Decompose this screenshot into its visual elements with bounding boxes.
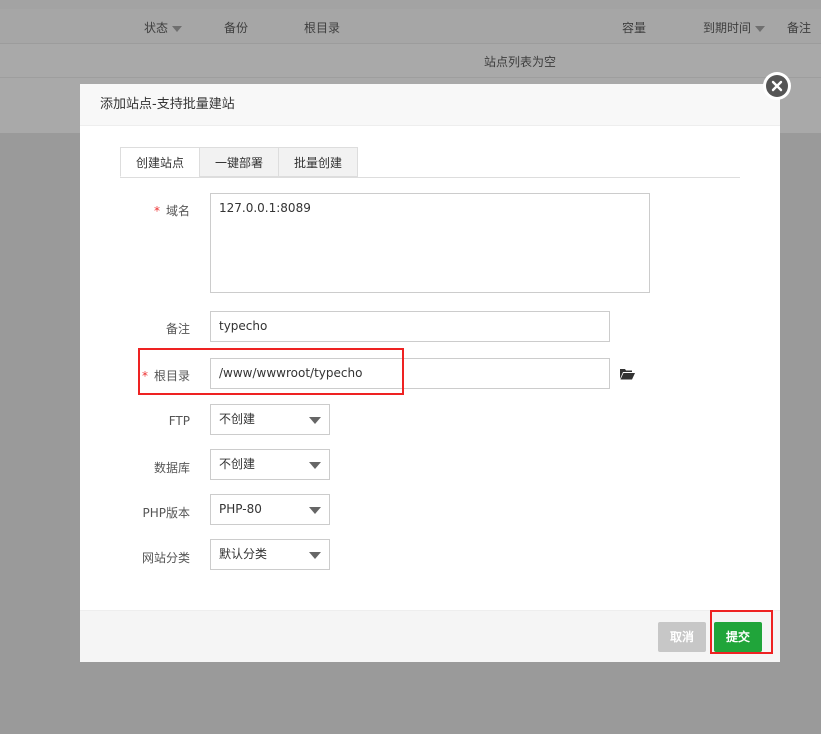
close-dialog-button[interactable]	[763, 72, 791, 100]
table-header: 状态 备份 根目录 容量 到期时间 备注	[0, 9, 821, 44]
site-category-label: 网站分类	[141, 551, 190, 565]
header-status[interactable]: 状态	[144, 19, 183, 36]
php-version-label: PHP版本	[142, 506, 191, 520]
empty-message: 站点列表为空	[484, 55, 557, 69]
domain-label: * 域名	[153, 204, 190, 218]
ftp-select[interactable]: 不创建	[210, 404, 330, 435]
tab-batch-create[interactable]: 批量创建	[278, 147, 358, 177]
note-label: 备注	[165, 322, 190, 336]
sort-down-icon	[755, 25, 766, 32]
tab-create-site[interactable]: 创建站点	[120, 147, 200, 177]
cancel-button[interactable]: 取消	[658, 622, 706, 652]
root-dir-highlight-box	[138, 348, 404, 395]
header-backup: 备份	[224, 21, 249, 35]
php-version-select[interactable]: PHP-80	[210, 494, 330, 525]
add-site-dialog: 添加站点-支持批量建站 创建站点 一键部署 批量创建 * 域名 127.0.0.1…	[80, 84, 780, 662]
header-root: 根目录	[304, 21, 341, 35]
dialog-title: 添加站点-支持批量建站	[80, 84, 780, 126]
close-icon	[766, 75, 788, 97]
tab-bar: 创建站点 一键部署 批量创建	[120, 147, 740, 178]
database-select[interactable]: 不创建	[210, 449, 330, 480]
submit-highlight-box	[710, 610, 773, 654]
database-label: 数据库	[153, 461, 190, 475]
database-select-value: 不创建	[219, 457, 256, 471]
ftp-label: FTP	[168, 414, 190, 428]
folder-open-icon[interactable]	[620, 368, 635, 383]
note-input[interactable]: typecho	[210, 311, 610, 342]
site-category-select-value: 默认分类	[219, 547, 268, 561]
tab-one-click-deploy[interactable]: 一键部署	[199, 147, 279, 177]
ftp-select-value: 不创建	[219, 412, 256, 426]
table-empty-row: 站点列表为空	[0, 44, 821, 78]
header-expire[interactable]: 到期时间	[703, 19, 766, 36]
domain-textarea[interactable]: 127.0.0.1:8089	[210, 193, 650, 293]
dropdown-arrow-icon	[309, 462, 321, 469]
top-strip	[0, 0, 821, 9]
site-category-select[interactable]: 默认分类	[210, 539, 330, 570]
dropdown-arrow-icon	[309, 552, 321, 559]
header-capacity: 容量	[622, 21, 647, 35]
dropdown-arrow-icon	[309, 417, 321, 424]
dialog-footer: 取消 提交	[80, 610, 780, 662]
dropdown-arrow-icon	[309, 507, 321, 514]
header-note: 备注	[787, 21, 812, 35]
sort-down-icon	[172, 25, 183, 32]
required-star: *	[153, 204, 160, 218]
php-version-select-value: PHP-80	[219, 502, 262, 516]
